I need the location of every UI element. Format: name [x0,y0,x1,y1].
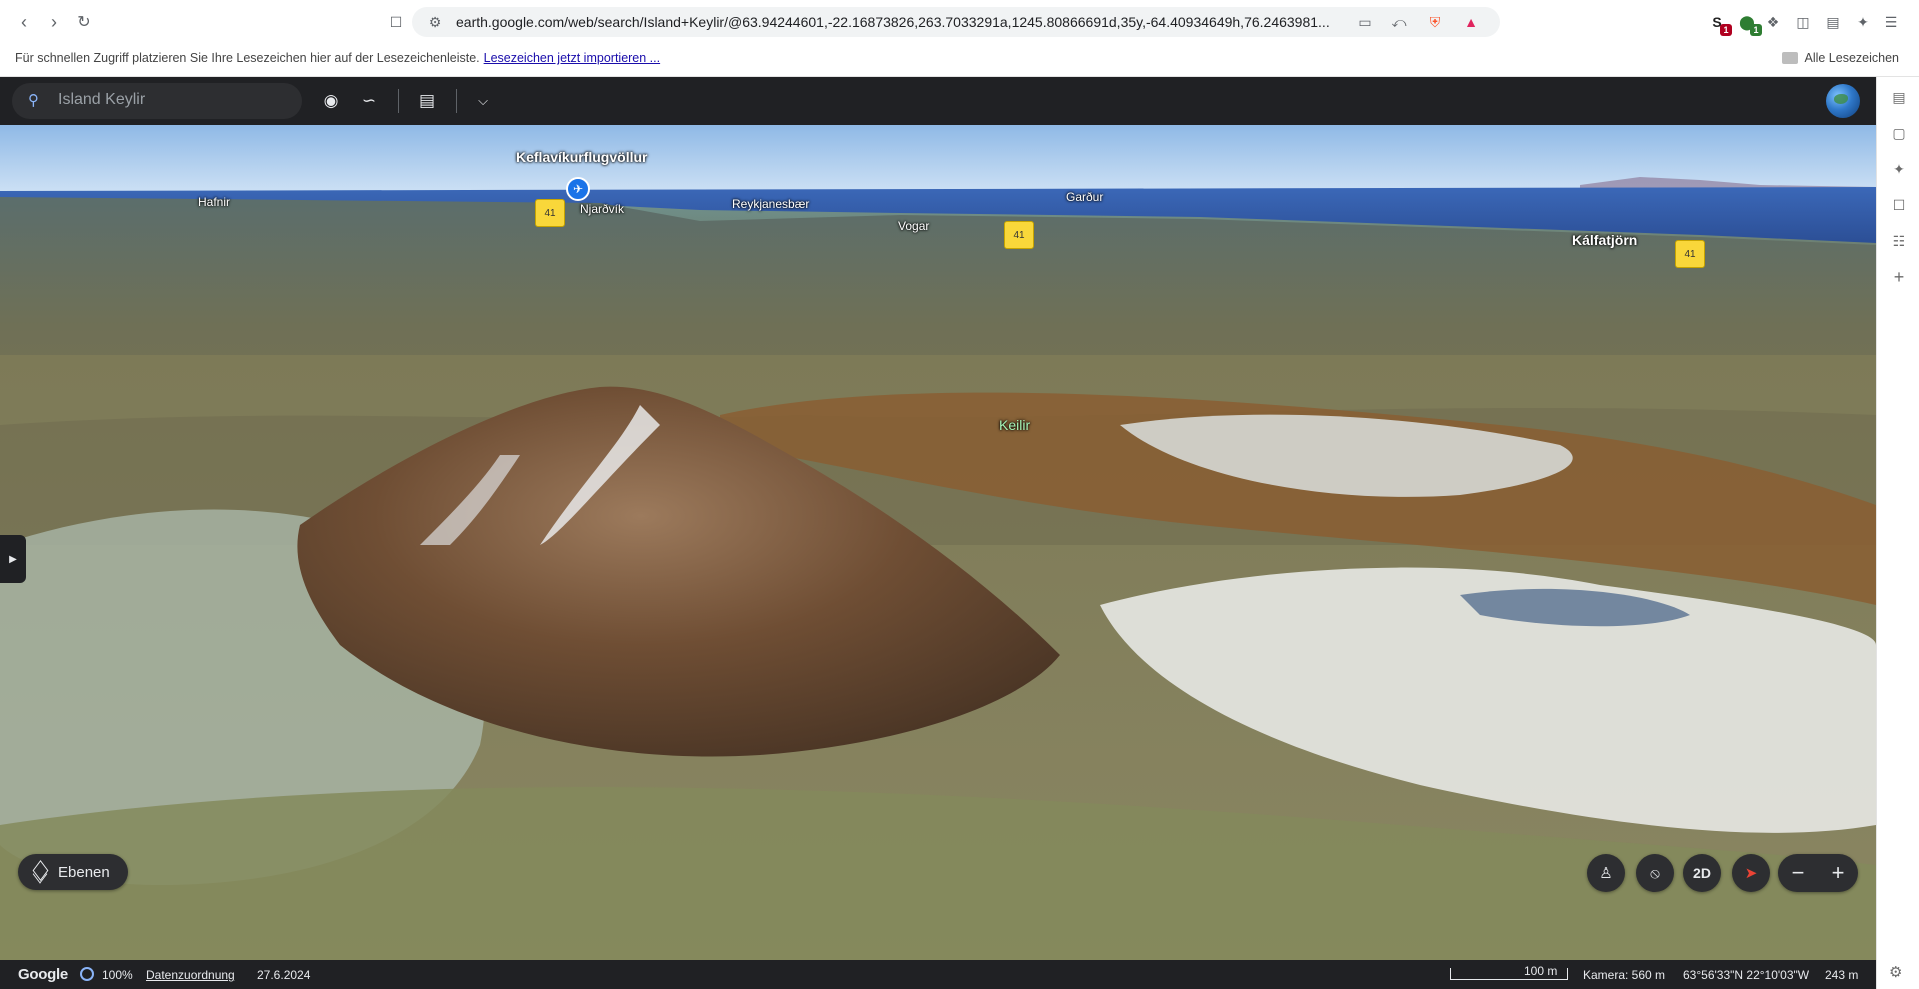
map-view[interactable]: Keflavíkurflugvöllur ✈ Hafnir Njarðvík R… [0,125,1876,960]
place-label[interactable]: Hafnir [198,195,230,209]
place-label[interactable]: Keflavíkurflugvöllur [516,149,647,165]
all-bookmarks-button[interactable]: Alle Lesezeichen [1782,51,1899,65]
folder-icon [1782,52,1799,64]
reload-icon[interactable]: ↻ [72,10,96,34]
chevron-down-icon[interactable]: ⌵ [470,89,496,113]
globe-icon[interactable] [1826,84,1860,118]
view-mode-button[interactable]: 2D [1683,854,1721,892]
airport-icon[interactable]: ✈ [566,177,590,201]
search-box[interactable]: ⚲ [12,83,302,119]
leo-ai-icon[interactable]: ✦ [1852,11,1874,33]
bookmarks-bar: Für schnellen Zugriff platzieren Sie Ihr… [0,44,1919,77]
pegman-icon[interactable]: ♙ [1587,854,1625,892]
url-text[interactable]: earth.google.com/web/search/Island+Keyli… [456,14,1356,30]
road-number-badge[interactable]: 41 [535,199,565,227]
back-icon[interactable]: ‹ [12,10,36,34]
forward-icon[interactable]: › [42,10,66,34]
toolbar-divider [456,89,457,113]
wallet-panel-icon[interactable]: ▤ [1889,87,1909,107]
rewards-triangle-icon[interactable]: ▲ [1460,11,1482,33]
bookmarks-panel-icon[interactable]: ☐ [1889,195,1909,215]
road-number-badge[interactable]: 41 [1675,240,1705,268]
shield-extension-icon[interactable]: ⬤ 1 [1736,11,1762,36]
camera-altitude: Kamera: 560 m [1583,968,1666,982]
toolbar-divider [398,89,399,113]
place-label[interactable]: Kálfatjörn [1572,232,1637,248]
settings-gear-icon[interactable]: ⚙ [1889,963,1902,981]
loading-progress-icon [80,967,94,981]
place-label[interactable]: Reykjanesbær [732,197,809,211]
earth-toolbar: ⚲ ◉ ∽ ▤ ⌵ [0,77,1876,125]
browser-side-panel: ▤ ▢ ✦ ☐ ☷ + ⚙ [1876,77,1919,989]
reading-list-icon[interactable]: ☷ [1889,231,1909,251]
s-extension-icon[interactable]: S 1 [1706,11,1732,36]
bookmarks-hint-text: Für schnellen Zugriff platzieren Sie Ihr… [15,51,480,65]
brave-shield-icon[interactable]: ⛨ [1424,11,1446,33]
all-bookmarks-label: Alle Lesezeichen [1804,51,1899,65]
layers-button[interactable]: Ebenen [18,854,128,890]
zoom-control: − + [1778,854,1858,892]
load-percent: 100% [102,968,133,982]
video-panel-icon[interactable]: ▢ [1889,123,1909,143]
site-info-icon[interactable]: ⚙ [424,11,446,33]
reset-view-icon[interactable]: ⦸ [1636,854,1674,892]
address-bar[interactable]: ⚙ earth.google.com/web/search/Island+Key… [412,7,1500,37]
extension-badge: 1 [1720,24,1732,36]
compass-icon[interactable]: ➤ [1732,854,1770,892]
cast-icon[interactable]: ▭ [1354,11,1376,33]
extension-badge: 1 [1750,24,1762,36]
search-input[interactable] [58,91,288,109]
browser-toolbar: ‹ › ↻ ☐ ⚙ earth.google.com/web/search/Is… [0,0,1919,44]
search-icon: ⚲ [28,92,39,109]
add-panel-icon[interactable]: + [1889,267,1909,287]
zoom-out-button[interactable]: − [1778,854,1818,892]
wallet-icon[interactable]: ▤ [1822,11,1844,33]
side-panel-toggle[interactable]: ▶ [0,535,26,583]
bookmarks-hint: Für schnellen Zugriff platzieren Sie Ihr… [15,51,660,65]
layers-icon [32,864,48,880]
cursor-elevation: 243 m [1825,968,1859,982]
google-earth-app: ⚲ ◉ ∽ ▤ ⌵ [0,77,1876,989]
layers-label: Ebenen [58,863,110,881]
sidebar-toggle-icon[interactable]: ◫ [1792,11,1814,33]
place-label[interactable]: Vogar [898,219,929,233]
status-bar: Google 100% Datenzuordnung 27.6.2024 100… [0,960,1876,989]
path-icon[interactable]: ∽ [356,89,382,113]
bookmark-icon[interactable]: ☐ [384,10,408,34]
ai-panel-icon[interactable]: ✦ [1889,159,1909,179]
cursor-coordinates: 63°56'33"N 22°10'03"W [1683,968,1810,982]
imagery-date: 27.6.2024 [257,968,311,982]
place-label[interactable]: Njarðvík [580,202,624,216]
ruler-icon[interactable]: ▤ [414,89,440,113]
import-bookmarks-link[interactable]: Lesezeichen jetzt importieren ... [484,51,660,65]
attribution-link[interactable]: Datenzuordnung [146,968,235,982]
terrain-illustration [0,125,1876,960]
placemark-icon[interactable]: ◉ [318,89,344,113]
zoom-in-button[interactable]: + [1818,854,1858,892]
menu-icon[interactable]: ☰ [1880,11,1902,33]
extensions-puzzle-icon[interactable]: ❖ [1762,11,1784,33]
place-label[interactable]: Garður [1066,190,1103,204]
scale-label: 100 m [1524,964,1558,978]
share-icon[interactable]: ⤺ [1388,11,1410,33]
google-logo: Google [18,966,68,983]
road-number-badge[interactable]: 41 [1004,221,1034,249]
place-label[interactable]: Keilir [999,417,1030,433]
